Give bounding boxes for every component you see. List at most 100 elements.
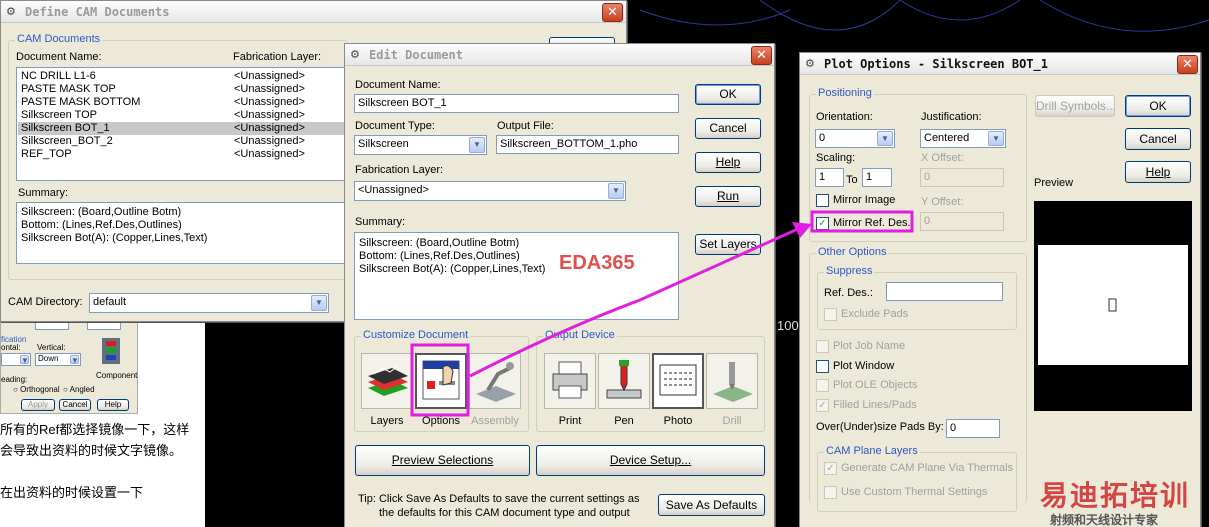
set-layers-button[interactable]: Set Layers xyxy=(695,234,761,255)
list-item[interactable]: PASTE MASK BOTTOM <Unassigned> xyxy=(18,96,344,109)
behind-vertical-combo[interactable]: Down ▼ xyxy=(35,353,81,366)
chevron-down-icon[interactable]: ▼ xyxy=(311,295,327,311)
preview-mark-icon xyxy=(1108,298,1117,312)
summary-label: Summary: xyxy=(18,187,69,199)
x-offset-value: 0 xyxy=(924,171,931,183)
orientation-combo[interactable]: 0 ▼ xyxy=(815,129,895,148)
close-icon[interactable]: ✕ xyxy=(751,46,772,65)
x-offset-input[interactable]: 0 xyxy=(920,168,1004,187)
justification-combo[interactable]: Centered ▼ xyxy=(920,129,1006,148)
tip-line-2: the defaults for this CAM document type … xyxy=(379,507,630,519)
close-icon[interactable]: ✕ xyxy=(1177,55,1198,74)
cam-directory-combo[interactable]: default ▼ xyxy=(89,293,329,313)
cancel-button[interactable]: Cancel xyxy=(695,118,761,139)
output-file-input[interactable]: Silkscreen_BOTTOM_1.pho xyxy=(496,135,679,154)
help-button[interactable]: Help xyxy=(695,152,761,173)
cam-directory-label: CAM Directory: xyxy=(8,296,83,308)
scale-from-value: 1 xyxy=(819,171,826,183)
scaling-label: Scaling: xyxy=(816,152,856,164)
list-item[interactable]: Silkscreen TOP <Unassigned> xyxy=(18,109,344,122)
list-item[interactable]: Silkscreen_BOT_2 <Unassigned> xyxy=(18,135,344,148)
summary-text: Silkscreen: (Board,Outline Botm) Bottom:… xyxy=(359,237,546,275)
filled-lines-pads-checkbox[interactable]: ✓ xyxy=(816,399,829,412)
fab-layer-cell: <Unassigned> xyxy=(234,83,305,95)
behind-reading-label: eading: xyxy=(1,375,28,384)
component-label: Component xyxy=(96,371,138,380)
plot-job-name-label: Plot Job Name xyxy=(833,340,906,352)
cam-directory-value: default xyxy=(93,296,127,308)
ok-button[interactable]: OK xyxy=(695,84,761,105)
device-setup-button[interactable]: Device Setup... xyxy=(536,445,765,476)
help-button[interactable]: Help xyxy=(1125,161,1191,183)
behind-vertical-label: Vertical: xyxy=(37,343,66,352)
list-item[interactable]: Silkscreen BOT_1 <Unassigned> xyxy=(18,122,344,135)
plot-options-titlebar[interactable]: ⚙ Plot Options - Silkscreen BOT_1 ✕ xyxy=(800,53,1200,75)
behind-horizontal-combo[interactable]: ▼ xyxy=(1,353,31,366)
behind-radio-orthogonal[interactable]: ○ Orthogonal xyxy=(13,385,60,394)
exclude-pads-label: Exclude Pads xyxy=(841,308,909,320)
scale-to-input[interactable]: 1 xyxy=(862,168,892,187)
chevron-down-icon[interactable]: ▼ xyxy=(988,131,1004,146)
document-name-input[interactable]: Silkscreen BOT_1 xyxy=(354,94,679,113)
photo-device-label: Photo xyxy=(663,415,693,427)
drill-symbols-button[interactable]: Drill Symbols... xyxy=(1035,95,1116,117)
behind-radio-angled[interactable]: ○ Angled xyxy=(63,385,95,394)
output-device-label: Output Device xyxy=(543,329,617,341)
fab-layer-cell: <Unassigned> xyxy=(234,122,305,134)
plot-window-checkbox[interactable] xyxy=(816,360,829,373)
plot-ole-objects-checkbox[interactable] xyxy=(816,379,829,392)
layers-tool-button[interactable] xyxy=(361,353,413,409)
cam-plane-layers-group: CAM Plane Layers xyxy=(817,445,1017,512)
exclude-pads-checkbox[interactable] xyxy=(824,308,837,321)
close-icon[interactable]: ✕ xyxy=(602,3,623,22)
document-type-combo[interactable]: Silkscreen ▼ xyxy=(354,135,487,155)
behind-apply-button[interactable]: Apply xyxy=(21,399,55,411)
list-item[interactable]: PASTE MASK TOP <Unassigned> xyxy=(18,83,344,96)
oversize-pads-input[interactable]: 0 xyxy=(946,419,1000,438)
assembly-tool-button[interactable] xyxy=(469,353,521,409)
generate-cam-plane-checkbox[interactable]: ✓ xyxy=(824,462,837,475)
filled-lines-pads-label: Filled Lines/Pads xyxy=(833,399,917,411)
cancel-button[interactable]: Cancel xyxy=(1125,128,1191,150)
canvas-coordinate-label: 100 xyxy=(777,318,799,333)
ref-des-input[interactable] xyxy=(886,282,1003,301)
chevron-down-icon[interactable]: ▼ xyxy=(469,137,485,153)
behind-help-button[interactable]: Help xyxy=(97,399,129,411)
chevron-down-icon[interactable]: ▼ xyxy=(877,131,893,146)
note-line-1: 所有的Ref都选择镜像一下，这样 xyxy=(0,422,190,437)
positioning-label: Positioning xyxy=(816,87,874,99)
preview-selections-button[interactable]: Preview Selections xyxy=(355,445,530,476)
layers-tool-label: Layers xyxy=(370,415,404,427)
behind-cancel-button[interactable]: Cancel xyxy=(59,399,91,411)
options-tool-button[interactable] xyxy=(415,353,467,409)
generate-cam-plane-label: Generate CAM Plane Via Thermals xyxy=(841,462,1014,474)
list-item[interactable]: NC DRILL L1-6 <Unassigned> xyxy=(18,70,344,83)
list-item[interactable]: REF_TOP <Unassigned> xyxy=(18,148,344,161)
mirror-ref-des-checkbox[interactable]: ✓ xyxy=(816,217,829,230)
edit-document-title: Edit Document xyxy=(369,48,463,62)
fabrication-layer-combo[interactable]: <Unassigned> ▼ xyxy=(354,181,626,201)
run-button[interactable]: Run xyxy=(695,186,761,207)
print-device-button[interactable] xyxy=(544,353,596,409)
scale-from-input[interactable]: 1 xyxy=(815,168,844,187)
custom-thermal-checkbox[interactable] xyxy=(824,486,837,499)
define-cam-titlebar[interactable]: ⚙ Define CAM Documents ✕ xyxy=(1,1,626,23)
cam-documents-list[interactable]: NC DRILL L1-6 <Unassigned> PASTE MASK TOP <… xyxy=(16,67,346,181)
ok-button[interactable]: OK xyxy=(1125,95,1191,117)
doc-name-cell: Silkscreen BOT_1 xyxy=(21,122,110,134)
custom-thermal-label: Use Custom Thermal Settings xyxy=(841,486,988,498)
y-offset-input[interactable]: 0 xyxy=(920,212,1004,231)
mirror-image-checkbox[interactable] xyxy=(816,194,829,207)
photo-device-button[interactable] xyxy=(652,353,704,409)
save-as-defaults-button[interactable]: Save As Defaults xyxy=(658,494,765,516)
site-watermark-title: 易迪拓培训 xyxy=(1040,480,1191,511)
summary-box: Silkscreen: (Board,Outline Botm) Bottom:… xyxy=(354,232,679,320)
edit-document-titlebar[interactable]: ⚙ Edit Document ✕ xyxy=(345,44,774,66)
pen-device-button[interactable] xyxy=(598,353,650,409)
mirror-ref-des-label: Mirror Ref. Des. xyxy=(833,217,911,229)
drill-device-button[interactable] xyxy=(706,353,758,409)
output-file-label: Output File: xyxy=(497,120,554,132)
chevron-down-icon[interactable]: ▼ xyxy=(608,183,624,199)
plot-job-name-checkbox[interactable] xyxy=(816,340,829,353)
doc-name-cell: REF_TOP xyxy=(21,148,72,160)
